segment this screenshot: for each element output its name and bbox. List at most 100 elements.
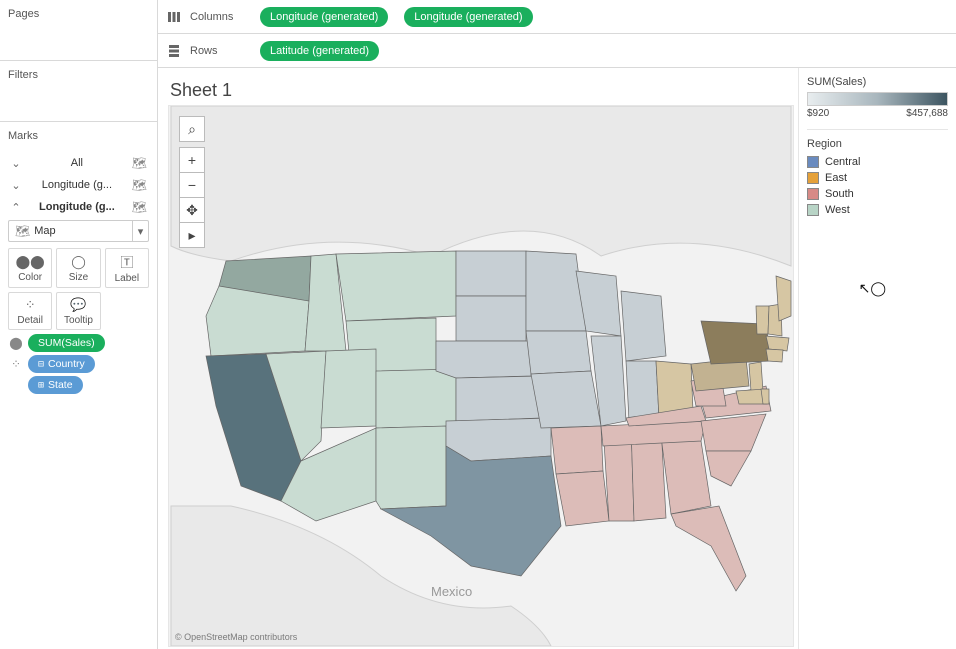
zoom-home-button[interactable]: ✥ <box>179 197 205 223</box>
state-nj[interactable] <box>749 362 763 391</box>
state-nc[interactable] <box>701 414 766 451</box>
state-ma[interactable] <box>766 336 789 351</box>
state-ar[interactable] <box>551 426 603 474</box>
legend-item-central[interactable]: Central <box>807 154 948 170</box>
label-icon: 🅃 <box>120 252 133 271</box>
legend-panel: SUM(Sales) $920 $457,688 Region Central <box>798 68 956 649</box>
chevron-right-icon: ▸ <box>188 227 195 244</box>
rows-shelf[interactable]: Rows Latitude (generated) <box>158 34 956 68</box>
pill-longitude-2[interactable]: Longitude (generated) <box>404 7 532 27</box>
filters-title: Filters <box>0 63 157 87</box>
state-ga[interactable] <box>661 436 711 514</box>
marks-size-button[interactable]: ◯ Size <box>56 248 100 288</box>
pill-latitude[interactable]: Latitude (generated) <box>260 41 379 61</box>
state-la[interactable] <box>556 471 609 526</box>
pages-title: Pages <box>0 2 157 26</box>
marks-label-button[interactable]: 🅃 Label <box>105 248 149 288</box>
pill-sum-sales[interactable]: SUM(Sales) <box>28 334 105 352</box>
marks-detail-button[interactable]: ⁘ Detail <box>8 292 52 330</box>
legend-item-east[interactable]: East <box>807 170 948 186</box>
swatch-central <box>807 156 819 168</box>
plus-icon: + <box>188 152 196 168</box>
map-attribution: © OpenStreetMap contributors <box>175 632 297 642</box>
marks-detail-label: Detail <box>17 315 43 326</box>
columns-shelf[interactable]: Columns Longitude (generated) Longitude … <box>158 0 956 34</box>
legend-item-west[interactable]: West <box>807 202 948 218</box>
state-mo[interactable] <box>531 371 601 428</box>
state-nd[interactable] <box>456 251 526 296</box>
pill-longitude-1[interactable]: Longitude (generated) <box>260 7 388 27</box>
pill-latitude-label: Latitude (generated) <box>270 45 369 57</box>
rows-icon <box>168 45 180 57</box>
map-svg: Mexico <box>169 106 793 646</box>
marks-row-lon2[interactable]: ⌃ Longitude (g... 🗺 <box>6 196 151 218</box>
map-type-icon: 🗺 <box>15 224 30 238</box>
marks-pill-sales[interactable]: ⬤ SUM(Sales) <box>8 334 149 352</box>
app-root: Pages Filters Marks ⌄ All 🗺 ⌄ Longitude … <box>0 0 956 649</box>
marks-pill-state[interactable]: ⊞State <box>8 376 149 394</box>
state-ok[interactable] <box>446 418 551 461</box>
state-nm[interactable] <box>376 426 446 509</box>
state-fl[interactable] <box>671 506 746 591</box>
marks-title: Marks <box>0 124 157 148</box>
color-legend-title: SUM(Sales) <box>807 74 948 92</box>
search-icon: ⌕ <box>188 121 196 138</box>
state-mi[interactable] <box>621 291 666 361</box>
marks-row-all[interactable]: ⌄ All 🗺 <box>6 152 151 174</box>
state-vt[interactable] <box>756 306 769 334</box>
worksheet: Sheet 1 ⌕ + − ✥ ▸ <box>158 68 956 649</box>
chevron-up-icon: ⌃ <box>10 201 22 214</box>
color-legend[interactable]: SUM(Sales) $920 $457,688 <box>807 74 948 119</box>
marks-pill-country[interactable]: ⁘ ⊟Country <box>8 355 149 373</box>
legend-label-west: West <box>825 204 850 216</box>
pin-icon: ✥ <box>186 202 198 219</box>
legend-label-south: South <box>825 188 854 200</box>
state-ia[interactable] <box>526 331 591 374</box>
mark-type-dropdown[interactable]: 🗺 Map ▾ <box>8 220 149 242</box>
pill-country[interactable]: ⊟Country <box>28 355 95 373</box>
state-co[interactable] <box>376 369 456 428</box>
pill-state[interactable]: ⊞State <box>28 376 83 394</box>
marks-row-lon1[interactable]: ⌄ Longitude (g... 🗺 <box>6 174 151 196</box>
state-mn[interactable] <box>526 251 586 331</box>
rows-label: Rows <box>190 45 250 57</box>
state-mt[interactable] <box>336 251 456 321</box>
map-view[interactable]: ⌕ + − ✥ ▸ Mexico <box>168 105 794 647</box>
zoom-in-button[interactable]: + <box>179 147 205 173</box>
marks-tooltip-button[interactable]: 💬 Tooltip <box>56 292 100 330</box>
state-ut[interactable] <box>321 349 376 428</box>
zoom-out-button[interactable]: − <box>179 172 205 198</box>
columns-label: Columns <box>190 11 250 23</box>
legend-label-east: East <box>825 172 847 184</box>
map-tools-expand[interactable]: ▸ <box>179 222 205 248</box>
state-sc[interactable] <box>706 451 751 486</box>
state-ct[interactable] <box>766 349 783 362</box>
state-me[interactable] <box>776 276 791 321</box>
chevron-down-icon: ▾ <box>132 221 148 241</box>
marks-tooltip-label: Tooltip <box>64 315 93 326</box>
state-in[interactable] <box>626 361 659 421</box>
legend-item-south[interactable]: South <box>807 186 948 202</box>
marks-color-button[interactable]: ⬤⬤ Color <box>8 248 52 288</box>
pages-shelf[interactable] <box>0 26 157 58</box>
mark-type-label: Map <box>34 225 132 237</box>
globe-icon: 🗺 <box>132 200 147 214</box>
mexico-label: Mexico <box>431 584 472 599</box>
region-legend-title: Region <box>807 136 948 154</box>
filters-card: Filters <box>0 61 157 122</box>
pill-sum-sales-label: SUM(Sales) <box>38 337 95 349</box>
swatch-east <box>807 172 819 184</box>
state-ks[interactable] <box>456 376 541 421</box>
region-legend[interactable]: Region Central East South <box>807 129 948 218</box>
swatch-south <box>807 188 819 200</box>
sheet-title[interactable]: Sheet 1 <box>170 80 794 101</box>
viz-area: Columns Longitude (generated) Longitude … <box>158 0 956 649</box>
land-canada <box>171 106 791 266</box>
map-search-button[interactable]: ⌕ <box>179 116 205 142</box>
filters-shelf[interactable] <box>0 87 157 119</box>
legend-label-central: Central <box>825 156 860 168</box>
marks-row-all-label: All <box>71 157 83 169</box>
state-ne[interactable] <box>436 341 531 378</box>
state-sd[interactable] <box>456 296 526 341</box>
side-panel: Pages Filters Marks ⌄ All 🗺 ⌄ Longitude … <box>0 0 158 649</box>
